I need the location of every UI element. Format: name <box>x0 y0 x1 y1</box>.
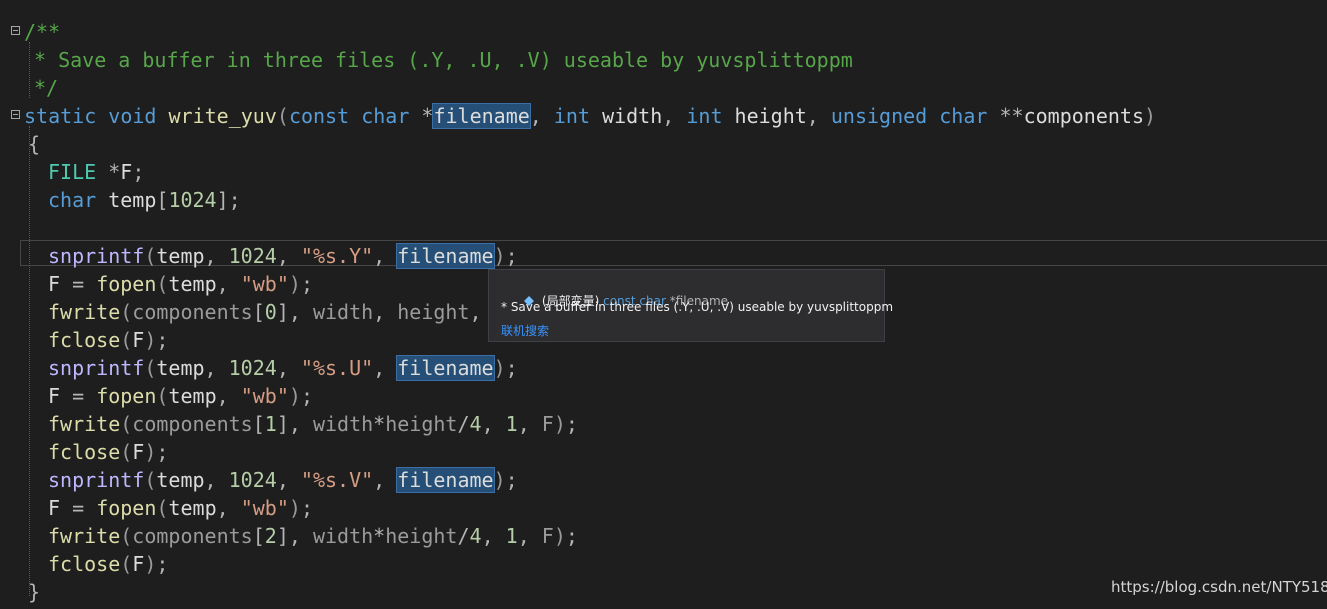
tooltip-description: * Save a buffer in three files (.Y, .U, … <box>501 300 894 314</box>
code-line-text: F = fopen(temp, "wb"); <box>48 384 313 408</box>
code-line-text: F = fopen(temp, "wb"); <box>48 272 313 296</box>
code-line-text: FILE *F; <box>48 160 145 184</box>
code-line-text: char temp[1024]; <box>48 188 241 212</box>
code-line-text: fclose(F); <box>48 328 169 352</box>
quick-info-tooltip: (局部变量) const char *filename * Save a buf… <box>488 269 893 342</box>
code-line[interactable]: snprintf(temp, 1024, "%s.V", filename); <box>0 466 1327 494</box>
code-editor[interactable]: /** * Save a buffer in three files (.Y, .… <box>0 0 1327 609</box>
code-line[interactable]: */ <box>0 74 1327 102</box>
code-line-text: } <box>28 580 41 604</box>
code-line[interactable]: fclose(F); <box>0 438 1327 466</box>
code-line-text: { <box>28 132 41 156</box>
code-line-text: snprintf(temp, 1024, "%s.V", filename); <box>48 467 518 493</box>
code-line-text: snprintf(temp, 1024, "%s.U", filename); <box>48 355 518 381</box>
code-line-text: * Save a buffer in three files (.Y, .U, … <box>34 48 853 72</box>
code-line-text: */ <box>34 76 59 100</box>
code-line[interactable]: { <box>0 130 1327 158</box>
watermark: https://blog.csdn.net/NTY518 <box>1111 578 1327 596</box>
code-line-text: fclose(F); <box>48 440 169 464</box>
code-line-text: fwrite(components[2], width*height/4, 1,… <box>48 524 578 548</box>
code-line-text: fwrite(components[1], width*height/4, 1,… <box>48 412 578 436</box>
code-line[interactable]: static void write_yuv(const char *filena… <box>0 102 1327 130</box>
online-search-link[interactable]: 联机搜索 <box>501 322 549 339</box>
code-line-text: snprintf(temp, 1024, "%s.Y", filename); <box>48 243 518 269</box>
code-line-text: fclose(F); <box>48 552 169 576</box>
code-line-text: /** <box>24 20 61 44</box>
code-line[interactable]: fwrite(components[1], width*height/4, 1,… <box>0 410 1327 438</box>
code-line[interactable]: /** <box>0 18 1327 46</box>
code-line[interactable]: fwrite(components[2], width*height/4, 1,… <box>0 522 1327 550</box>
code-line[interactable]: fclose(F); <box>0 550 1327 578</box>
code-line[interactable]: F = fopen(temp, "wb"); <box>0 382 1327 410</box>
code-line[interactable]: char temp[1024]; <box>0 186 1327 214</box>
code-line-text: static void write_yuv(const char *filena… <box>24 103 1157 129</box>
code-line[interactable] <box>0 214 1327 242</box>
code-line[interactable]: F = fopen(temp, "wb"); <box>0 494 1327 522</box>
code-line[interactable]: snprintf(temp, 1024, "%s.Y", filename); <box>0 242 1327 270</box>
code-line-text: fwrite(components[0], width, height, <box>48 300 482 324</box>
code-line[interactable]: FILE *F; <box>0 158 1327 186</box>
code-line[interactable]: snprintf(temp, 1024, "%s.U", filename); <box>0 354 1327 382</box>
code-line-text: F = fopen(temp, "wb"); <box>48 496 313 520</box>
code-line[interactable]: * Save a buffer in three files (.Y, .U, … <box>0 46 1327 74</box>
